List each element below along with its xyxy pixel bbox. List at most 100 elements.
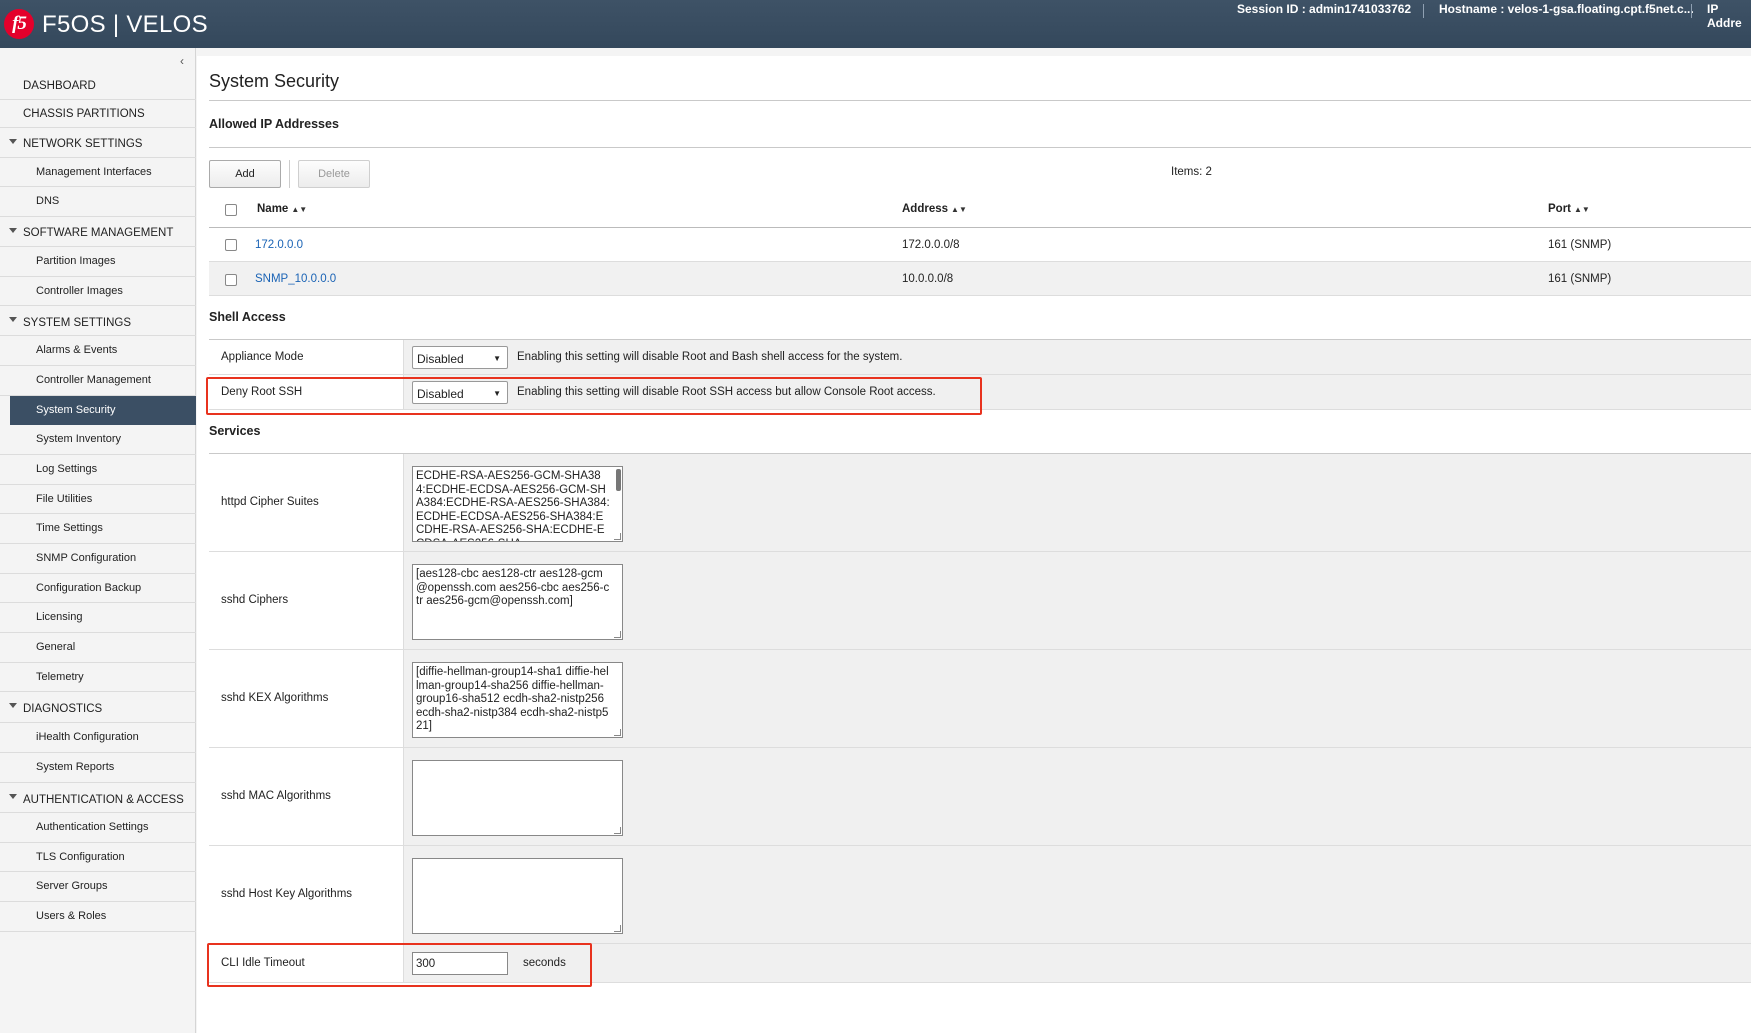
nav-time-settings[interactable]: Time Settings bbox=[0, 514, 196, 544]
httpd-cipher-suites-row: httpd Cipher Suites ECDHE-RSA-AES256-GCM… bbox=[209, 454, 1751, 552]
sshd-host-key-label: sshd Host Key Algorithms bbox=[221, 888, 353, 900]
nav-system-security[interactable]: System Security bbox=[10, 396, 196, 425]
resize-grip-icon[interactable] bbox=[614, 827, 621, 834]
dropdown-arrow-icon: ▼ bbox=[493, 354, 501, 363]
collapse-sidebar-icon[interactable]: ‹ bbox=[180, 54, 184, 68]
row-port: 161 (SNMP) bbox=[1548, 239, 1612, 251]
nav-chassis-partitions[interactable]: CHASSIS PARTITIONS bbox=[0, 100, 196, 128]
row-name-link[interactable]: 172.0.0.0 bbox=[255, 239, 303, 251]
expand-icon bbox=[9, 794, 17, 799]
sshd-ciphers-row: sshd Ciphers [aes128-cbc aes128-ctr aes1… bbox=[209, 552, 1751, 650]
shell-access-title: Shell Access bbox=[209, 310, 286, 324]
highlight-box bbox=[206, 377, 982, 415]
sidebar: ‹ DASHBOARD CHASSIS PARTITIONS NETWORK S… bbox=[0, 48, 196, 1033]
nav-tls-configuration[interactable]: TLS Configuration bbox=[0, 843, 196, 872]
nav-users-roles[interactable]: Users & Roles bbox=[0, 902, 196, 932]
add-button[interactable]: Add bbox=[209, 160, 281, 188]
sshd-mac-row: sshd MAC Algorithms bbox=[209, 748, 1751, 846]
divider bbox=[209, 147, 1751, 148]
nav-management-interfaces[interactable]: Management Interfaces bbox=[0, 158, 196, 187]
toolbar-divider bbox=[289, 160, 290, 188]
row-checkbox[interactable] bbox=[225, 274, 237, 286]
delete-button[interactable]: Delete bbox=[298, 160, 370, 188]
httpd-cipher-suites-textarea[interactable]: ECDHE-RSA-AES256-GCM-SHA384:ECDHE-ECDSA-… bbox=[412, 466, 623, 542]
hostname: Hostname : velos-1-gsa.floating.cpt.f5ne… bbox=[1439, 2, 1694, 16]
expand-icon bbox=[9, 703, 17, 708]
highlight-box bbox=[207, 943, 592, 987]
sshd-host-key-textarea[interactable] bbox=[412, 858, 623, 934]
appliance-mode-label: Appliance Mode bbox=[221, 351, 304, 363]
row-port: 161 (SNMP) bbox=[1548, 273, 1612, 285]
content-panel: System Security Allowed IP Addresses Add… bbox=[197, 56, 1751, 1033]
nav-authentication-access[interactable]: AUTHENTICATION & ACCESS bbox=[0, 783, 196, 813]
page-title: System Security bbox=[209, 71, 340, 91]
sshd-ciphers-label: sshd Ciphers bbox=[221, 594, 289, 606]
nav-controller-images[interactable]: Controller Images bbox=[0, 277, 196, 306]
f5-logo: f5 bbox=[4, 9, 34, 39]
table-row: 172.0.0.0 172.0.0.0/8 161 (SNMP) bbox=[209, 228, 1751, 262]
header-divider bbox=[1423, 4, 1424, 18]
resize-grip-icon[interactable] bbox=[614, 925, 621, 932]
expand-icon bbox=[9, 228, 17, 233]
sshd-mac-label: sshd MAC Algorithms bbox=[221, 790, 331, 802]
nav-configuration-backup[interactable]: Configuration Backup bbox=[0, 574, 196, 603]
row-name-link[interactable]: SNMP_10.0.0.0 bbox=[255, 273, 336, 285]
column-header-port[interactable]: Port ▲▼ bbox=[1548, 203, 1590, 215]
httpd-cipher-suites-label: httpd Cipher Suites bbox=[221, 496, 319, 508]
nav-ihealth-configuration[interactable]: iHealth Configuration bbox=[0, 723, 196, 753]
sort-icon: ▲▼ bbox=[951, 205, 967, 214]
column-header-name[interactable]: Name ▲▼ bbox=[257, 203, 307, 215]
scrollbar[interactable] bbox=[616, 469, 621, 491]
nav-system-settings[interactable]: SYSTEM SETTINGS bbox=[0, 306, 196, 336]
nav-controller-management[interactable]: Controller Management bbox=[0, 366, 196, 396]
expand-icon bbox=[9, 317, 17, 322]
appliance-mode-row: Appliance Mode Disabled ▼ Enabling this s… bbox=[209, 340, 1751, 375]
ip-address: IP Addre bbox=[1707, 2, 1742, 30]
nav-server-groups[interactable]: Server Groups bbox=[0, 872, 196, 902]
session-id: Session ID : admin1741033762 bbox=[1237, 2, 1412, 16]
nav-alarms-events[interactable]: Alarms & Events bbox=[0, 336, 196, 366]
sshd-ciphers-textarea[interactable]: [aes128-cbc aes128-ctr aes128-gcm@openss… bbox=[412, 564, 623, 640]
appliance-mode-description: Enabling this setting will disable Root … bbox=[517, 351, 903, 363]
services-title: Services bbox=[209, 424, 261, 438]
nav-telemetry[interactable]: Telemetry bbox=[0, 663, 196, 692]
row-address: 172.0.0.0/8 bbox=[902, 239, 960, 251]
nav-general[interactable]: General bbox=[0, 633, 196, 663]
table-row: SNMP_10.0.0.0 10.0.0.0/8 161 (SNMP) bbox=[209, 262, 1751, 296]
sshd-kex-label: sshd KEX Algorithms bbox=[221, 692, 329, 704]
nav-licensing[interactable]: Licensing bbox=[0, 603, 196, 633]
appliance-mode-select[interactable]: Disabled ▼ bbox=[412, 346, 508, 369]
items-count: Items: 2 bbox=[1171, 166, 1212, 178]
product-name: F5OS | VELOS bbox=[42, 11, 208, 38]
header-divider bbox=[1691, 4, 1692, 18]
column-header-address[interactable]: Address ▲▼ bbox=[902, 203, 967, 215]
nav-file-utilities[interactable]: File Utilities bbox=[0, 485, 196, 514]
nav-authentication-settings[interactable]: Authentication Settings bbox=[0, 813, 196, 843]
expand-icon bbox=[9, 139, 17, 144]
sshd-kex-textarea[interactable]: [diffie-hellman-group14-sha1 diffie-hell… bbox=[412, 662, 623, 738]
allowed-ip-title: Allowed IP Addresses bbox=[209, 117, 339, 131]
row-address: 10.0.0.0/8 bbox=[902, 273, 954, 285]
sort-icon: ▲▼ bbox=[291, 205, 308, 214]
nav-system-reports[interactable]: System Reports bbox=[0, 753, 196, 783]
sort-icon: ▲▼ bbox=[1574, 205, 1590, 214]
select-all-checkbox[interactable] bbox=[225, 204, 237, 216]
resize-grip-icon[interactable] bbox=[614, 533, 621, 540]
nav-software-management[interactable]: SOFTWARE MANAGEMENT bbox=[0, 217, 196, 247]
nav-log-settings[interactable]: Log Settings bbox=[0, 455, 196, 485]
sshd-mac-textarea[interactable] bbox=[412, 760, 623, 836]
row-checkbox[interactable] bbox=[225, 239, 237, 251]
sshd-host-key-row: sshd Host Key Algorithms bbox=[209, 846, 1751, 944]
nav-partition-images[interactable]: Partition Images bbox=[0, 247, 196, 277]
nav-dns[interactable]: DNS bbox=[0, 187, 196, 217]
nav-dashboard[interactable]: DASHBOARD bbox=[0, 72, 196, 100]
divider bbox=[209, 100, 1751, 101]
resize-grip-icon[interactable] bbox=[614, 729, 621, 736]
top-header: f5 F5OS | VELOS Session ID : admin174103… bbox=[0, 0, 1751, 48]
nav-system-inventory[interactable]: System Inventory bbox=[0, 425, 196, 455]
nav-diagnostics[interactable]: DIAGNOSTICS bbox=[0, 692, 196, 723]
resize-grip-icon[interactable] bbox=[614, 631, 621, 638]
nav-snmp-configuration[interactable]: SNMP Configuration bbox=[0, 544, 196, 574]
nav-network-settings[interactable]: NETWORK SETTINGS bbox=[0, 128, 196, 158]
main-area: System Security Allowed IP Addresses Add… bbox=[197, 48, 1751, 1033]
